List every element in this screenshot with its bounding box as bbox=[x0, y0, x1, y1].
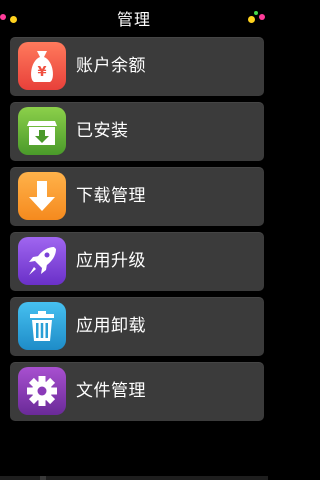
bottom-indicator bbox=[40, 476, 46, 480]
menu-item-installed[interactable]: 已安装 bbox=[10, 102, 264, 161]
menu-item-label: 应用卸载 bbox=[76, 316, 146, 336]
menu-item-app-upgrade[interactable]: 应用升级 bbox=[10, 232, 264, 291]
menu-list: ¥ 账户余额 已安装 下载管理 应用升级 应用卸载 文件管理 bbox=[10, 37, 264, 427]
trash-icon bbox=[18, 302, 66, 350]
decorative-dots-right-icon bbox=[246, 10, 268, 24]
page-title: 管理 bbox=[116, 10, 151, 29]
gear-icon bbox=[18, 367, 66, 415]
svg-text:¥: ¥ bbox=[37, 65, 46, 80]
money-bag-icon: ¥ bbox=[18, 42, 66, 90]
menu-item-label: 已安装 bbox=[76, 121, 129, 141]
menu-item-download-manager[interactable]: 下载管理 bbox=[10, 167, 264, 226]
rocket-icon bbox=[18, 237, 66, 285]
header-bar: 管理 bbox=[0, 0, 268, 34]
menu-item-label: 应用升级 bbox=[76, 251, 146, 271]
menu-item-label: 账户余额 bbox=[76, 56, 146, 76]
menu-item-label: 文件管理 bbox=[76, 381, 146, 401]
menu-item-label: 下载管理 bbox=[76, 186, 146, 206]
menu-item-app-uninstall[interactable]: 应用卸载 bbox=[10, 297, 264, 356]
menu-item-account-balance[interactable]: ¥ 账户余额 bbox=[10, 37, 264, 96]
menu-item-file-manager[interactable]: 文件管理 bbox=[10, 362, 264, 421]
install-box-icon bbox=[18, 107, 66, 155]
download-arrow-icon bbox=[18, 172, 66, 220]
